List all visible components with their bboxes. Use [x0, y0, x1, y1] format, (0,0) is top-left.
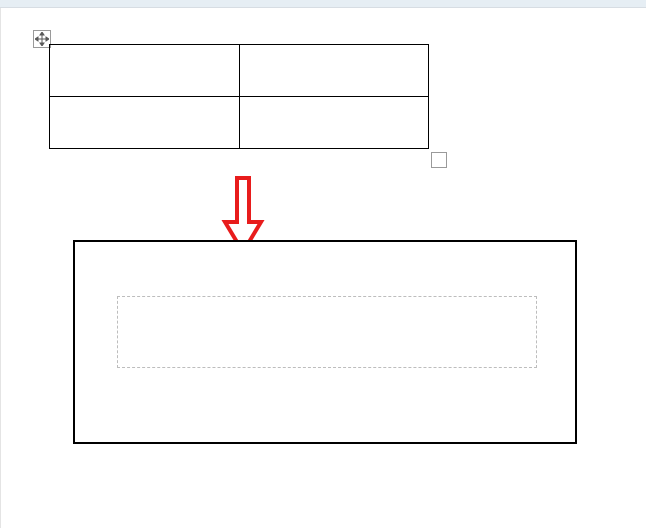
- table-cell[interactable]: [50, 45, 240, 97]
- table-cell[interactable]: [239, 45, 429, 97]
- text-box-shape[interactable]: [73, 240, 577, 444]
- ribbon-strip: [0, 0, 646, 8]
- document-page[interactable]: [0, 8, 646, 528]
- table-cell[interactable]: [239, 97, 429, 149]
- drop-target-outline[interactable]: [117, 296, 537, 368]
- table-row[interactable]: [50, 45, 429, 97]
- move-icon: [35, 32, 49, 46]
- table-row[interactable]: [50, 97, 429, 149]
- table-cell[interactable]: [50, 97, 240, 149]
- content-table[interactable]: [49, 44, 429, 149]
- table-resize-handle[interactable]: [431, 152, 447, 168]
